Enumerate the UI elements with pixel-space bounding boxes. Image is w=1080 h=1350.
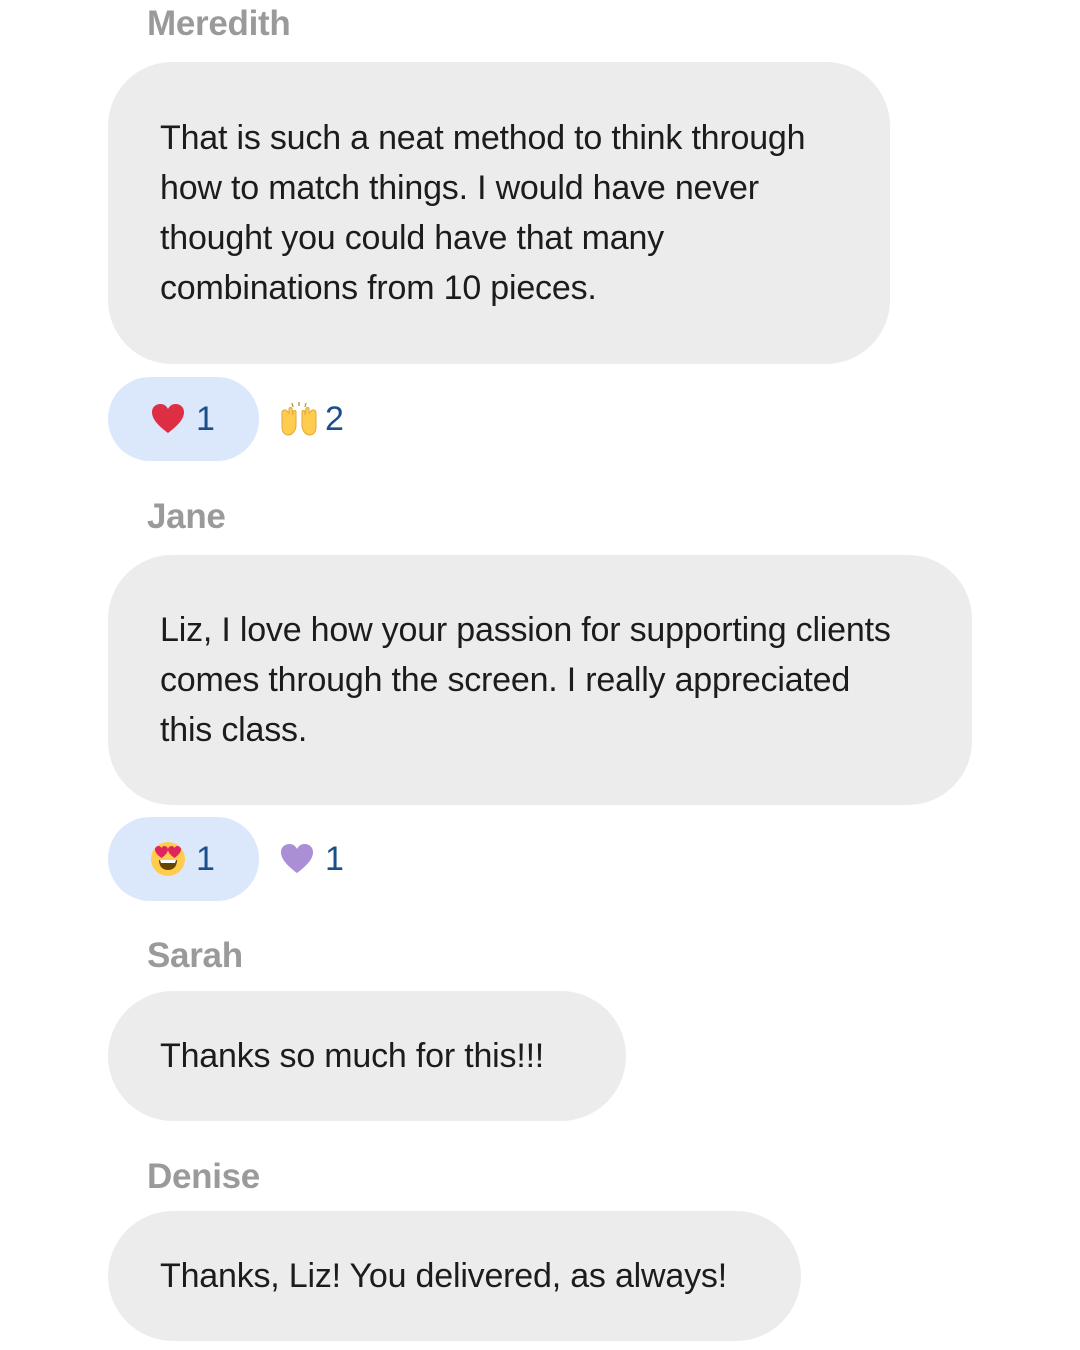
- purple-heart-icon: [279, 841, 315, 877]
- sender-name: Denise: [147, 1157, 260, 1196]
- reaction-count: 1: [196, 840, 215, 878]
- reaction-heart[interactable]: 1: [108, 377, 259, 461]
- red-heart-icon: [150, 401, 186, 437]
- heart-eyes-face-icon: [150, 841, 186, 877]
- reaction-count: 1: [325, 840, 344, 878]
- reaction-count: 2: [325, 400, 344, 438]
- message-bubble[interactable]: Liz, I love how your passion for support…: [108, 555, 972, 805]
- sender-name: Jane: [147, 497, 226, 536]
- message-text: That is such a neat method to think thro…: [160, 119, 806, 307]
- sender-name: Meredith: [147, 4, 291, 43]
- reaction-heart-eyes[interactable]: 1: [108, 817, 259, 901]
- message-bubble[interactable]: Thanks, Liz! You delivered, as always!: [108, 1211, 801, 1341]
- reaction-count: 1: [196, 400, 215, 438]
- message-bubble[interactable]: Thanks so much for this!!!: [108, 991, 626, 1121]
- message-text: Thanks so much for this!!!: [160, 1037, 545, 1075]
- sender-name: Sarah: [147, 936, 243, 975]
- raising-hands-icon: [279, 401, 317, 437]
- reaction-purple-heart[interactable]: 1: [259, 817, 344, 901]
- message-text: Liz, I love how your passion for support…: [160, 611, 891, 749]
- message-text: Thanks, Liz! You delivered, as always!: [160, 1257, 727, 1295]
- reaction-raising-hands[interactable]: 2: [259, 377, 344, 461]
- reactions-row: 1 2: [108, 377, 344, 461]
- reactions-row: 1 1: [108, 817, 344, 901]
- message-bubble[interactable]: That is such a neat method to think thro…: [108, 62, 890, 364]
